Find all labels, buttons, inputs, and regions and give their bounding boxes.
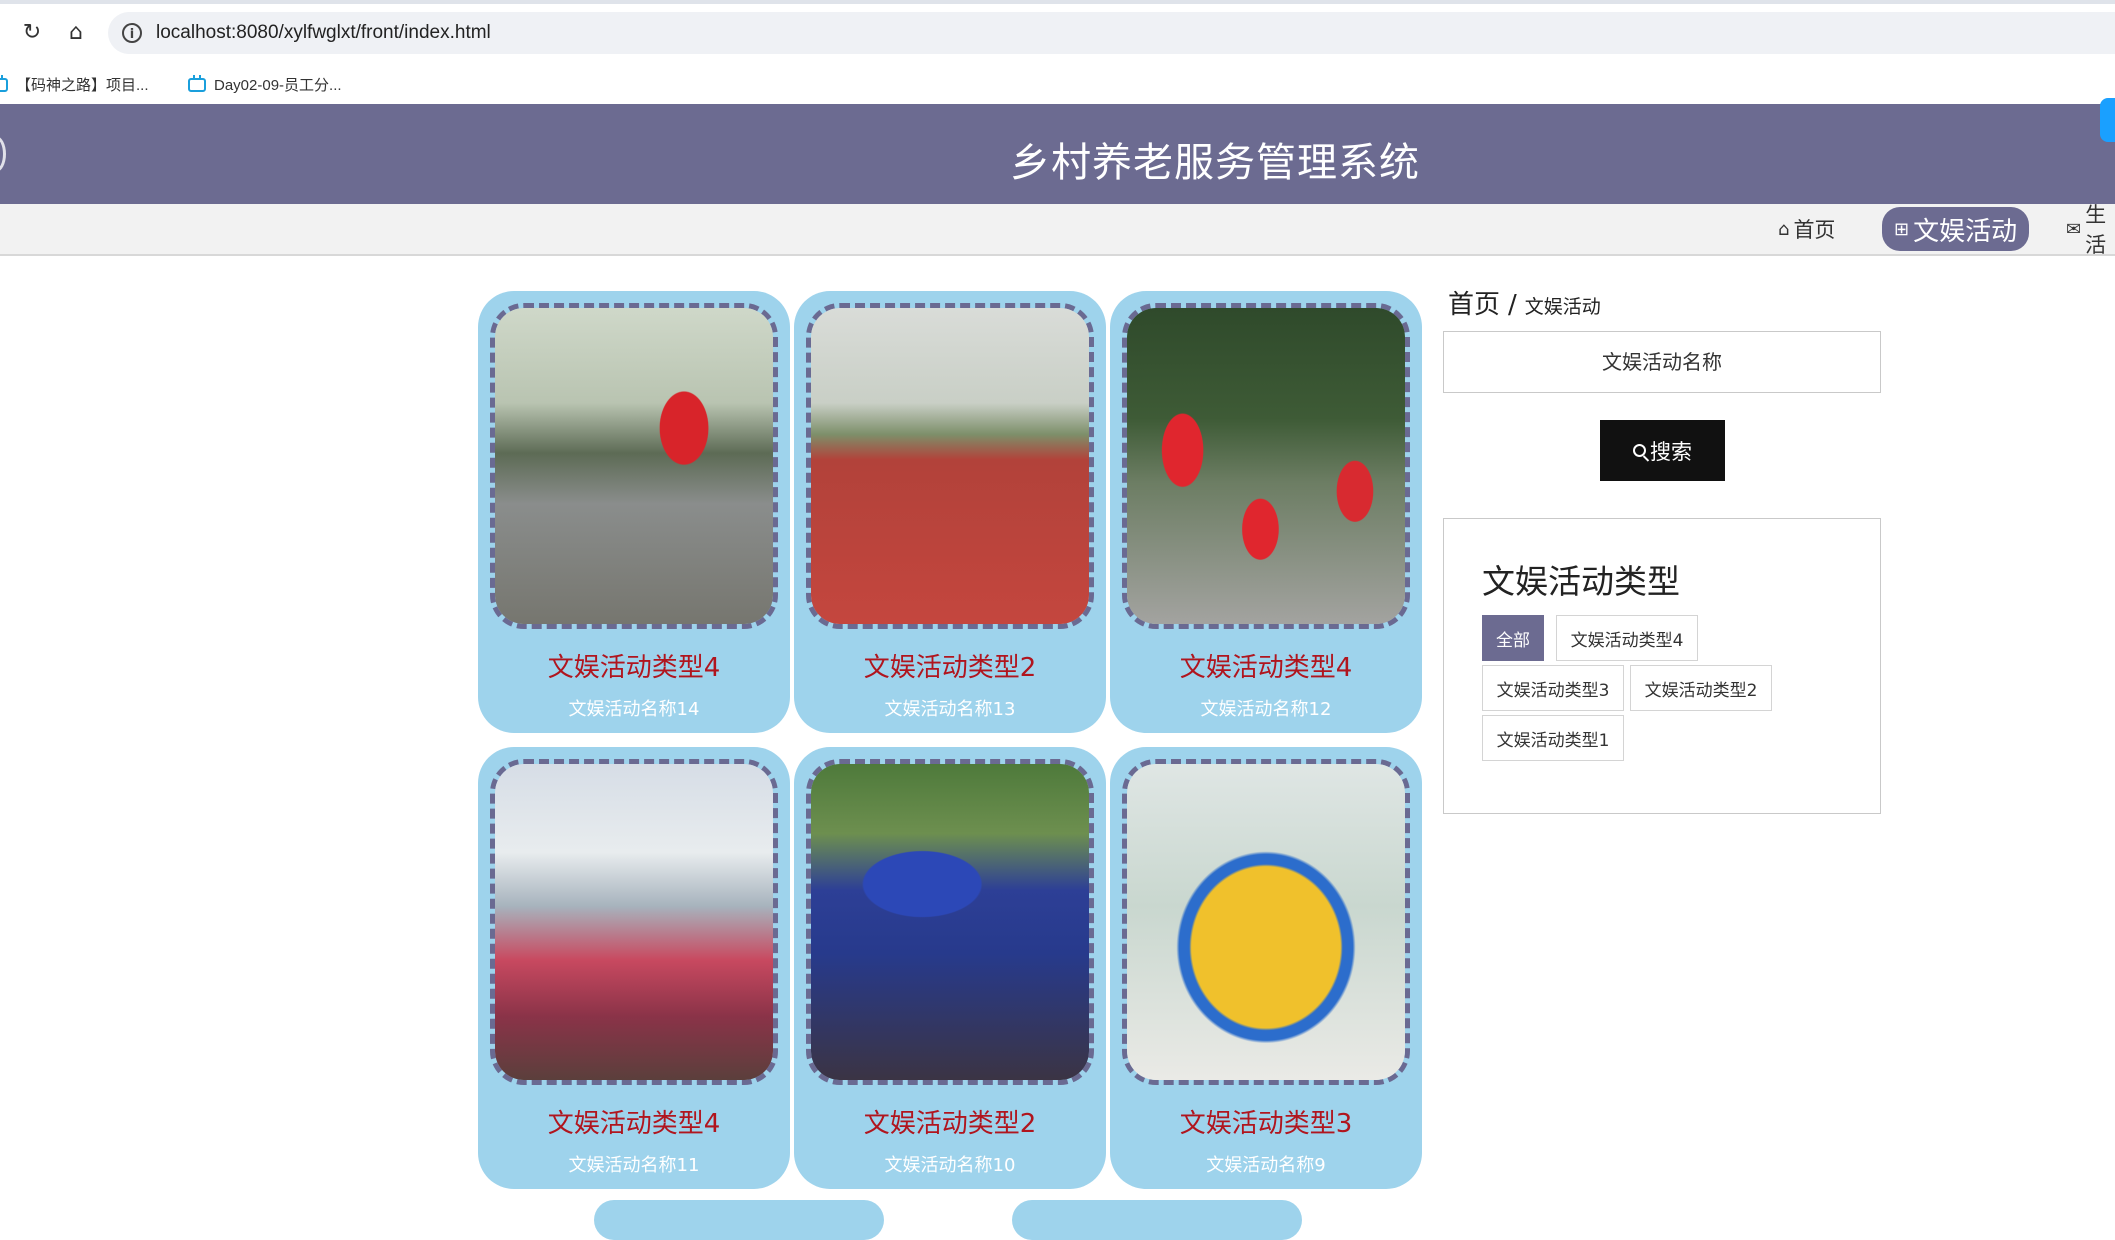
browser-toolbar: ↻ ⌂ i localhost:8080/xylfwglxt/front/ind…: [0, 0, 2115, 64]
search-button-label: 搜索: [1650, 439, 1692, 464]
site-info-icon[interactable]: i: [122, 23, 142, 43]
home-browser-icon[interactable]: ⌂: [60, 16, 92, 48]
nav-item-label: 首页: [1793, 218, 1836, 242]
nav-item-home[interactable]: ⌂ 首页: [1778, 212, 1835, 246]
nav-item-label: 生活: [2085, 203, 2107, 257]
activity-type: 文娱活动类型2: [863, 653, 1037, 683]
activity-card[interactable]: 文娱活动类型4 文娱活动名称14: [478, 291, 790, 733]
home-icon: ⌂: [1778, 218, 1790, 240]
breadcrumb: 首页 / 文娱活动: [1448, 284, 1601, 321]
search-input[interactable]: [1443, 331, 1881, 393]
activity-type: 文娱活动类型4: [547, 653, 721, 683]
address-bar[interactable]: i localhost:8080/xylfwglxt/front/index.h…: [108, 12, 2115, 54]
activity-photo: [1127, 308, 1405, 624]
activity-card[interactable]: 文娱活动类型2 文娱活动名称13: [794, 291, 1106, 733]
search-icon: [1633, 444, 1646, 457]
tab-strip-edge: [0, 0, 2115, 4]
activity-name: 文娱活动名称14: [568, 699, 700, 720]
activity-photo-frame: [490, 303, 778, 629]
nav-item-life[interactable]: ✉ 生活: [2066, 203, 2115, 257]
activity-name: 文娱活动名称10: [884, 1155, 1016, 1176]
activity-photo-frame: [490, 759, 778, 1085]
floating-widget-icon[interactable]: [2100, 98, 2115, 142]
breadcrumb-home[interactable]: 首页: [1448, 284, 1500, 321]
bookmark-tv-icon: [0, 74, 8, 92]
activity-card[interactable]: 文娱活动类型3 文娱活动名称9: [1110, 747, 1422, 1189]
breadcrumb-separator: /: [1508, 290, 1517, 320]
bookmark-tv-icon: [188, 74, 206, 92]
pagination-partial-card: [1012, 1200, 1302, 1240]
activity-card[interactable]: 文娱活动类型2 文娱活动名称10: [794, 747, 1106, 1189]
activity-photo-frame: [806, 303, 1094, 629]
bookmark-label: Day02-09-员工分...: [214, 77, 342, 94]
activity-type: 文娱活动类型3: [1179, 1109, 1353, 1139]
category-tag[interactable]: 文娱活动类型3: [1482, 665, 1624, 711]
activity-photo: [495, 764, 773, 1080]
activity-type: 文娱活动类型4: [1179, 653, 1353, 683]
site-header: 乡村养老服务管理系统: [0, 104, 2115, 204]
activity-type: 文娱活动类型4: [547, 1109, 721, 1139]
gift-icon: ⊞: [1894, 218, 1910, 240]
activity-card[interactable]: 文娱活动类型4 文娱活动名称11: [478, 747, 790, 1189]
activity-name: 文娱活动名称13: [884, 699, 1016, 720]
activity-photo-frame: [1122, 303, 1410, 629]
nav-item-activities[interactable]: ⊞ 文娱活动: [1882, 207, 2030, 251]
activity-type: 文娱活动类型2: [863, 1109, 1037, 1139]
activity-photo: [495, 308, 773, 624]
activity-name: 文娱活动名称12: [1200, 699, 1332, 720]
bookmarks-bar: 【码神之路】项目... Day02-09-员工分...: [0, 64, 2115, 104]
nav-item-label: 文娱活动: [1913, 216, 2018, 247]
category-tag[interactable]: 文娱活动类型4: [1556, 615, 1698, 661]
activity-photo: [811, 308, 1089, 624]
activity-photo: [811, 764, 1089, 1080]
mail-icon: ✉: [2066, 218, 2082, 240]
activity-photo-frame: [806, 759, 1094, 1085]
category-tag[interactable]: 文娱活动类型2: [1630, 665, 1772, 711]
activity-name: 文娱活动名称9: [1206, 1155, 1326, 1176]
category-tag[interactable]: 文娱活动类型1: [1482, 715, 1624, 761]
url-text: localhost:8080/xylfwglxt/front/index.htm…: [156, 22, 491, 43]
category-panel: 文娱活动类型 全部 文娱活动类型4 文娱活动类型3 文娱活动类型2 文娱活动类型…: [1443, 518, 1881, 814]
activity-card[interactable]: 文娱活动类型4 文娱活动名称12: [1110, 291, 1422, 733]
bookmark-item[interactable]: Day02-09-员工分...: [188, 74, 342, 95]
pagination-partial-card: [594, 1200, 884, 1240]
category-tag-all[interactable]: 全部: [1482, 615, 1544, 661]
bookmark-label: 【码神之路】项目...: [16, 77, 149, 94]
category-title: 文娱活动类型: [1482, 562, 1680, 601]
reload-icon[interactable]: ↻: [16, 16, 48, 48]
bookmark-item[interactable]: 【码神之路】项目...: [0, 74, 149, 95]
search-button[interactable]: 搜索: [1600, 420, 1725, 481]
activity-photo-frame: [1122, 759, 1410, 1085]
breadcrumb-current: 文娱活动: [1524, 296, 1601, 318]
activity-name: 文娱活动名称11: [568, 1155, 700, 1176]
main-nav: ⌂ 首页 ⊞ 文娱活动 ✉ 生活: [0, 203, 2115, 257]
site-title: 乡村养老服务管理系统: [1010, 140, 1420, 186]
activity-photo: [1127, 764, 1405, 1080]
